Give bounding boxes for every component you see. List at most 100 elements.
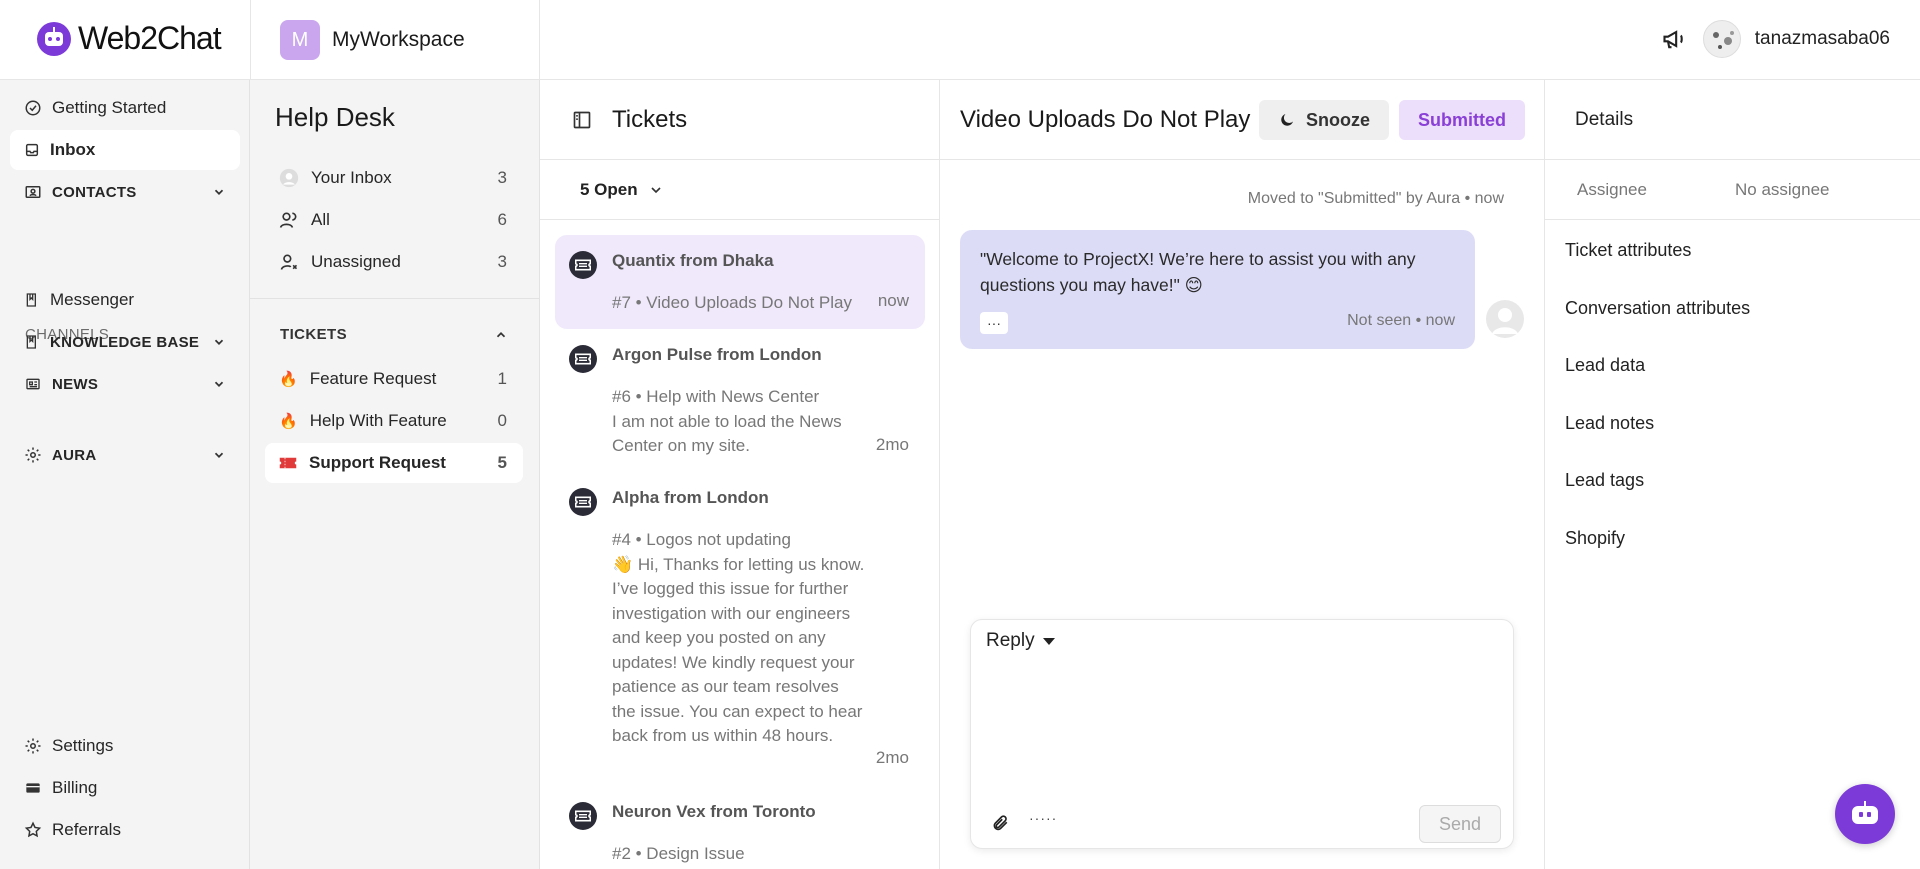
assignee-label: Assignee xyxy=(1577,180,1647,199)
sidebar-toggle-icon[interactable] xyxy=(572,110,592,130)
inbox-icon xyxy=(25,143,39,157)
ticket-item[interactable]: Alpha from London #4 • Logos not updatin… xyxy=(555,472,925,784)
nav-aura[interactable]: AURA xyxy=(10,435,240,475)
ticket-list-header: Tickets xyxy=(540,80,939,160)
ticket-time: 2mo xyxy=(875,435,909,454)
ticket-summary: #6 • Help with News Center I am not able… xyxy=(612,387,842,455)
view-all[interactable]: All 6 xyxy=(265,200,523,240)
tickets-section-label: TICKETS xyxy=(280,326,347,343)
view-label: All xyxy=(311,210,330,229)
status-filter-dropdown[interactable]: 5 Open xyxy=(540,160,939,220)
view-your-inbox[interactable]: Your Inbox 3 xyxy=(265,158,523,198)
view-label: Your Inbox xyxy=(311,168,392,187)
sender-avatar xyxy=(1486,300,1524,338)
user-name[interactable]: tanazmasaba06 xyxy=(1755,28,1890,50)
nav-contacts[interactable]: CONTACTS xyxy=(10,172,240,212)
section-conversation-attributes[interactable]: Conversation attributes xyxy=(1565,298,1750,319)
section-shopify[interactable]: Shopify xyxy=(1565,528,1625,549)
newspaper-icon xyxy=(26,378,40,390)
nav-label: KNOWLEDGE BASE xyxy=(50,333,200,351)
fire-icon: 🔥 xyxy=(279,371,298,388)
user-avatar[interactable] xyxy=(1702,20,1741,58)
megaphone-icon[interactable] xyxy=(1661,25,1689,53)
view-unassigned[interactable]: Unassigned 3 xyxy=(265,242,523,282)
section-ticket-attributes[interactable]: Ticket attributes xyxy=(1565,240,1691,261)
nav-referrals[interactable]: Referrals xyxy=(10,810,240,850)
ticket-type-help-with-feature[interactable]: 🔥 Help With Feature 0 xyxy=(265,401,523,441)
paperclip-icon[interactable] xyxy=(991,814,1009,832)
avatar-icon xyxy=(279,168,299,188)
reply-mode-dropdown[interactable]: Reply xyxy=(986,630,1055,652)
view-count: 3 xyxy=(497,252,507,271)
chat-launcher-button[interactable] xyxy=(1835,784,1895,844)
top-bar: Web2Chat M MyWorkspace tanazmasaba06 xyxy=(0,0,1920,80)
ticket-item[interactable]: Argon Pulse from London #6 • Help with N… xyxy=(555,329,925,473)
book-icon xyxy=(26,293,36,307)
ticket-requester: Neuron Vex from Toronto xyxy=(612,802,816,821)
ticket-summary: #7 • Video Uploads Do Not Play xyxy=(612,293,853,312)
chevron-up-icon[interactable] xyxy=(494,328,508,342)
snooze-button[interactable]: Snooze xyxy=(1259,100,1389,140)
helpdesk-title: Help Desk xyxy=(275,102,395,132)
nav-label: AURA xyxy=(52,446,97,464)
view-count: 6 xyxy=(497,210,507,229)
left-nav: Getting Started Inbox CONTACTS CHANNELS … xyxy=(0,80,250,869)
ticket-item[interactable]: Neuron Vex from Toronto #2 • Design Issu… xyxy=(555,786,925,869)
nav-billing[interactable]: Billing xyxy=(10,768,240,808)
ticket-type-count: 5 xyxy=(497,453,507,472)
ticket-item[interactable]: Quantix from Dhaka #7 • Video Uploads Do… xyxy=(555,235,925,329)
assignee-value[interactable]: No assignee xyxy=(1735,180,1830,200)
nav-label: NEWS xyxy=(52,375,99,393)
view-count: 3 xyxy=(497,168,507,187)
nav-getting-started[interactable]: Getting Started xyxy=(10,88,240,128)
conversation-header: Video Uploads Do Not Play Snooze Submitt… xyxy=(940,80,1545,160)
gear-icon xyxy=(25,738,41,754)
ticket-type-support-request[interactable]: Support Request 5 xyxy=(265,443,523,483)
assignee-row[interactable]: Assignee No assignee xyxy=(1545,160,1920,220)
nav-messenger[interactable]: Messenger xyxy=(10,280,240,320)
ticket-requester: Alpha from London xyxy=(612,488,769,507)
users-icon xyxy=(279,212,297,228)
system-message: Moved to "Submitted" by Aura • now xyxy=(1247,190,1504,207)
top-right-controls: tanazmasaba06 xyxy=(1661,20,1890,58)
ticket-requester: Quantix from Dhaka xyxy=(612,251,774,270)
fire-icon: 🔥 xyxy=(279,413,298,430)
bot-icon xyxy=(1852,801,1878,824)
gear-icon xyxy=(25,447,41,463)
caret-down-icon xyxy=(1042,638,1055,645)
nav-label: Referrals xyxy=(52,820,121,839)
ticket-summary: #2 • Design Issue xyxy=(612,844,745,863)
workspace-switcher[interactable]: M MyWorkspace xyxy=(250,0,540,80)
section-lead-data[interactable]: Lead data xyxy=(1565,355,1645,376)
nav-label: Settings xyxy=(52,736,114,755)
more-tools-icon[interactable]: ····· xyxy=(1029,810,1057,826)
section-lead-notes[interactable]: Lead notes xyxy=(1565,413,1654,434)
ticket-type-count: 1 xyxy=(497,369,507,388)
nav-settings[interactable]: Settings xyxy=(10,726,240,766)
ticket-requester: Argon Pulse from London xyxy=(612,345,822,364)
nav-inbox[interactable]: Inbox xyxy=(10,130,240,170)
divider xyxy=(250,298,539,299)
ticket-type-feature-request[interactable]: 🔥 Feature Request 1 xyxy=(265,359,523,399)
section-lead-tags[interactable]: Lead tags xyxy=(1565,470,1644,491)
send-button[interactable]: Send xyxy=(1419,805,1501,843)
ticket-summary: #4 • Logos not updating 👋 Hi, Thanks for… xyxy=(612,530,865,745)
snooze-label: Snooze xyxy=(1305,109,1370,130)
status-button[interactable]: Submitted xyxy=(1399,100,1525,140)
message-bubble: "Welcome to ProjectX! We’re here to assi… xyxy=(960,230,1475,349)
reply-input[interactable] xyxy=(986,670,1496,780)
message-text: "Welcome to ProjectX! We’re here to assi… xyxy=(980,249,1416,295)
ticket-avatar-icon xyxy=(569,488,597,516)
conversation-title: Video Uploads Do Not Play xyxy=(960,106,1251,133)
nav-label: Billing xyxy=(52,778,98,797)
logo-text: Web2Chat xyxy=(78,20,222,56)
nav-knowledge-base[interactable]: KNOWLEDGE BASE xyxy=(10,322,240,362)
nav-news[interactable]: NEWS xyxy=(10,364,240,404)
chevron-down-icon xyxy=(214,381,224,387)
logo[interactable]: Web2Chat xyxy=(36,20,222,57)
app-root: Web2Chat M MyWorkspace tanazmasaba06 Get… xyxy=(0,0,1920,869)
nav-label: CONTACTS xyxy=(52,183,137,201)
details-title: Details xyxy=(1545,80,1920,160)
reply-composer: Reply ····· Send xyxy=(970,619,1514,849)
message-more-button[interactable]: ··· xyxy=(980,312,1008,334)
